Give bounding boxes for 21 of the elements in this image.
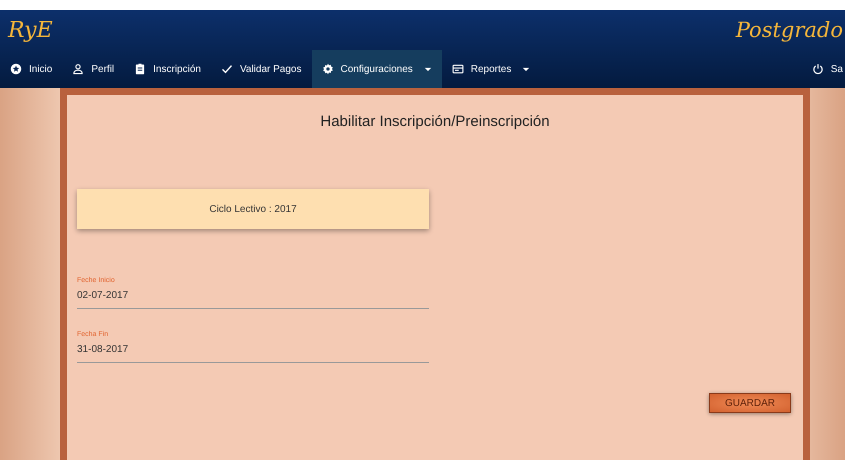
brand-title: Postgrado	[736, 18, 843, 42]
nav-item[interactable]: Validar Pagos	[210, 50, 312, 88]
nav-item[interactable]: Reportes	[442, 50, 540, 88]
save-button[interactable]: GUARDAR	[709, 393, 791, 413]
nav-item[interactable]: Perfil	[62, 50, 124, 88]
logo[interactable]: RyE	[8, 18, 53, 42]
nav-item[interactable]: Configuraciones	[312, 50, 442, 88]
nav-item[interactable]: Inicio	[0, 50, 62, 88]
form-title: Habilitar Inscripción/Preinscripción	[319, 113, 551, 130]
date-field[interactable]: 02-07-2017	[77, 290, 429, 309]
power-icon	[812, 63, 824, 75]
logout-link[interactable]: Sa	[802, 50, 845, 88]
star-icon	[10, 63, 22, 75]
check-icon	[220, 63, 233, 75]
date-field[interactable]: 31-08-2017	[77, 344, 429, 363]
settings-icon	[322, 63, 334, 75]
cycle-label: Ciclo Lectivo : 2017	[209, 204, 297, 214]
clipboard-icon	[134, 63, 146, 75]
person-icon	[72, 63, 84, 75]
nav-item[interactable]: Inscripción	[124, 50, 211, 88]
card-icon	[452, 63, 464, 75]
